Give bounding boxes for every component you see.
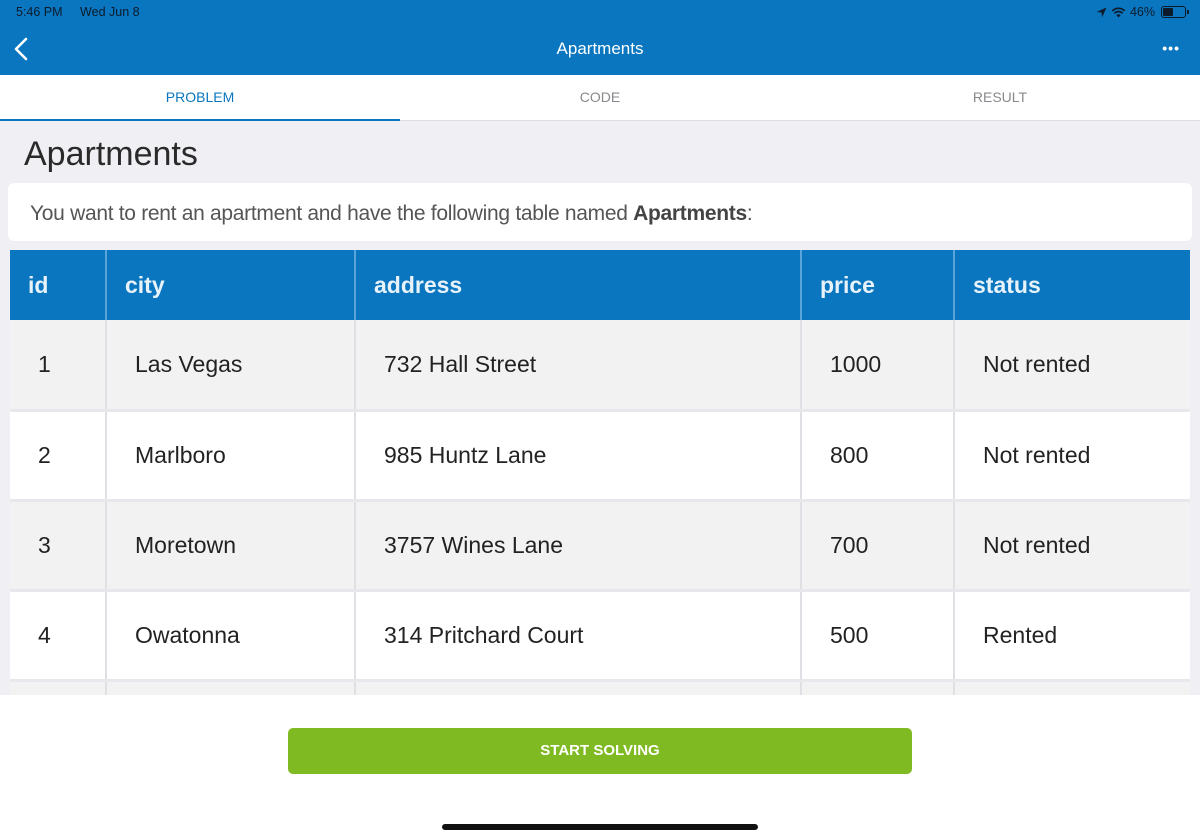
cell-status: Not rented (954, 500, 1190, 592)
cell-city: Las Vegas (106, 320, 356, 412)
cell-status (954, 680, 1190, 695)
table-header-row: id city address price status (10, 250, 1190, 320)
wifi-icon (1111, 7, 1126, 18)
column-header-address: address (355, 250, 802, 320)
cell-address: 985 Huntz Lane (355, 410, 802, 502)
more-options-button[interactable]: ••• (1162, 40, 1180, 56)
cell-address: 314 Pritchard Court (355, 590, 802, 682)
status-bar-right: 46% (1096, 5, 1189, 19)
battery-icon (1161, 6, 1189, 18)
description-suffix: : (746, 202, 753, 225)
cell-city: Marlboro (106, 410, 356, 502)
cell-city: Moretown (106, 500, 356, 592)
cell-id: 4 (10, 590, 107, 682)
description-card: You want to rent an apartment and have t… (8, 183, 1192, 241)
column-header-city: city (106, 250, 356, 320)
battery-fill (1163, 8, 1173, 16)
tab-bar: PROBLEM CODE RESULT (0, 75, 1200, 121)
app-header: 5:46 PM Wed Jun 8 46% Apartments ••• (0, 0, 1200, 75)
cell-id (10, 680, 107, 695)
cell-id: 1 (10, 320, 107, 412)
tab-code[interactable]: CODE (400, 75, 800, 120)
apartments-table: id city address price status 1 Las Vegas… (10, 250, 1190, 695)
bottom-bar: START SOLVING (0, 695, 1200, 838)
tab-problem[interactable]: PROBLEM (0, 75, 400, 121)
cell-status: Not rented (954, 320, 1190, 412)
problem-title: Apartments (24, 135, 198, 173)
table-row: 4 Owatonna 314 Pritchard Court 500 Rente… (10, 590, 1190, 682)
cell-address (355, 680, 802, 695)
cell-price (801, 680, 955, 695)
cell-price: 800 (801, 410, 955, 502)
table-row: 3 Moretown 3757 Wines Lane 700 Not rente… (10, 500, 1190, 592)
cell-price: 700 (801, 500, 955, 592)
cell-city (106, 680, 356, 695)
description-text: You want to rent an apartment and have t… (30, 202, 634, 225)
cell-price: 1000 (801, 320, 955, 412)
column-header-status: status (954, 250, 1190, 320)
table-row (10, 680, 1190, 695)
cell-address: 732 Hall Street (355, 320, 802, 412)
status-bar-left: 5:46 PM Wed Jun 8 (16, 5, 140, 19)
nav-title: Apartments (556, 39, 644, 58)
battery-percent: 46% (1129, 5, 1155, 19)
cell-status: Not rented (954, 410, 1190, 502)
cell-price: 500 (801, 590, 955, 682)
table-name: Apartments (633, 202, 747, 225)
cell-address: 3757 Wines Lane (355, 500, 802, 592)
home-indicator[interactable] (442, 824, 758, 830)
table-row: 2 Marlboro 985 Huntz Lane 800 Not rented (10, 410, 1190, 502)
start-solving-button[interactable]: START SOLVING (288, 728, 912, 774)
cell-id: 3 (10, 500, 107, 592)
column-header-id: id (10, 250, 107, 320)
tab-result[interactable]: RESULT (800, 75, 1200, 120)
cell-status: Rented (954, 590, 1190, 682)
ellipsis-icon: ••• (1162, 40, 1180, 56)
problem-content[interactable]: Apartments You want to rent an apartment… (0, 121, 1200, 695)
status-time: 5:46 PM (16, 5, 63, 19)
problem-description: You want to rent an apartment and have t… (30, 202, 753, 226)
status-date: Wed Jun 8 (80, 5, 140, 19)
column-header-price: price (801, 250, 955, 320)
cell-id: 2 (10, 410, 107, 502)
cell-city: Owatonna (106, 590, 356, 682)
location-icon (1096, 7, 1107, 17)
table-row: 1 Las Vegas 732 Hall Street 1000 Not ren… (10, 320, 1190, 412)
